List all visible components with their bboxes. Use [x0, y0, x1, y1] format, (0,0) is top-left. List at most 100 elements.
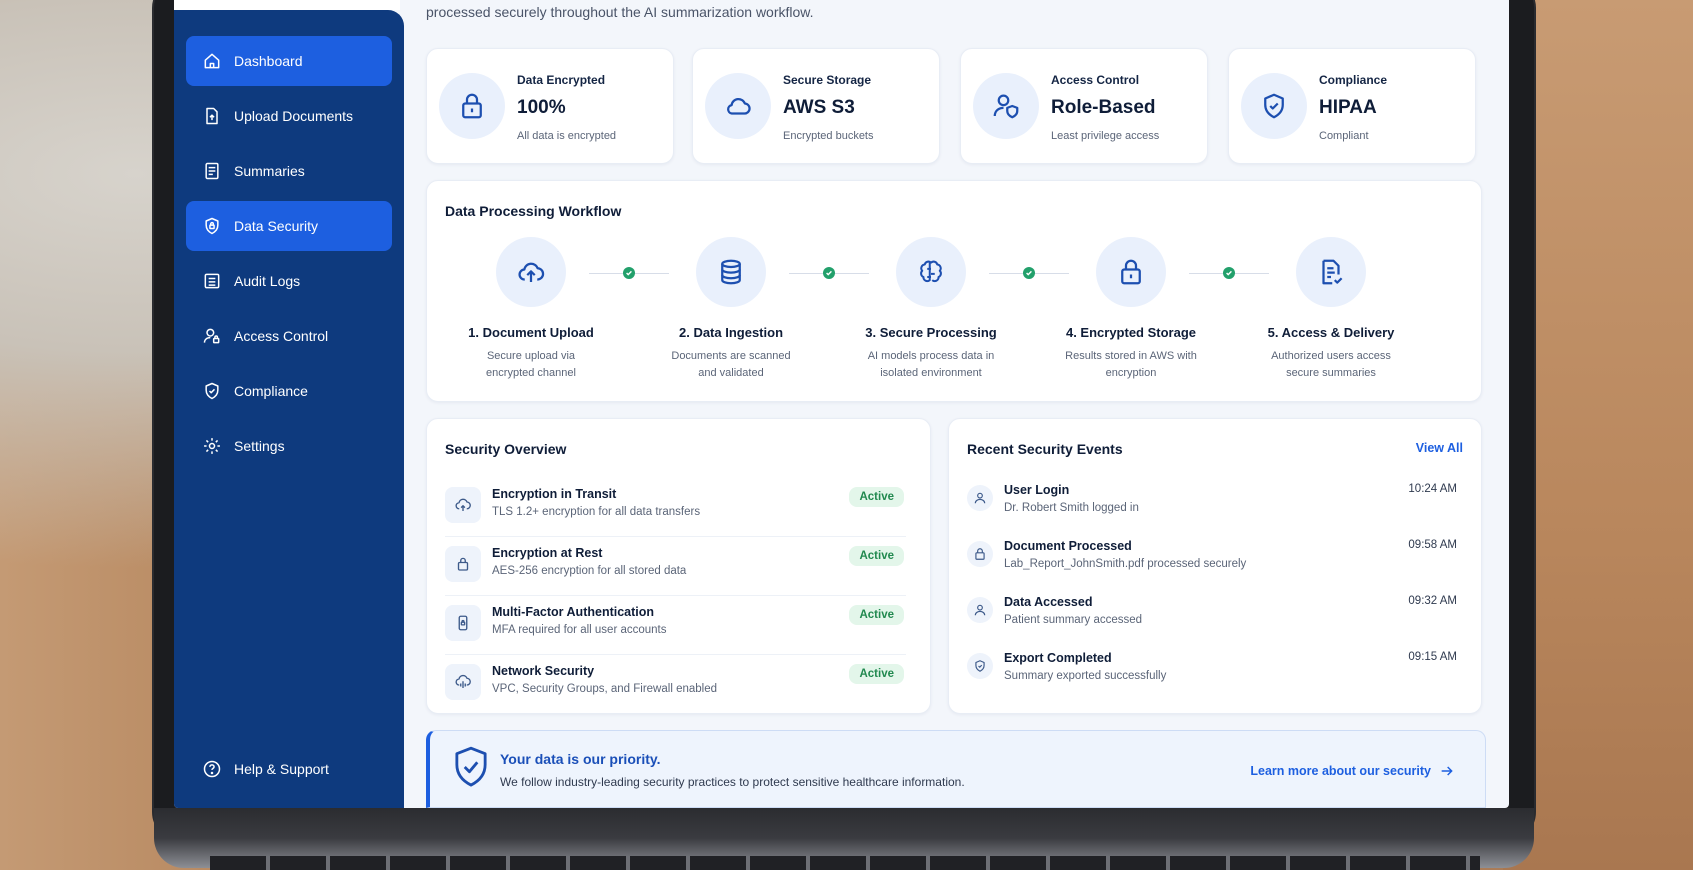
event-desc: Lab_Report_JohnSmith.pdf processed secur…: [1004, 558, 1247, 570]
row-icon-box: [445, 605, 481, 641]
sidebar-item-label: Help & Support: [234, 761, 329, 777]
event-title: User Login: [1004, 483, 1070, 497]
stat-card-compliance: Compliance HIPAA Compliant: [1228, 48, 1476, 164]
sidebar-item-label: Access Control: [234, 328, 329, 344]
user-lock-icon: [203, 328, 220, 344]
sidebar-item-label: Settings: [234, 438, 285, 454]
view-all-link[interactable]: View All: [1416, 441, 1463, 455]
event-title: Export Completed: [1004, 651, 1112, 665]
intro-text: processed securely throughout the AI sum…: [426, 4, 814, 20]
learn-more-link[interactable]: Learn more about our security: [1250, 763, 1455, 779]
step-icon-circle: [1296, 237, 1366, 307]
event-row[interactable]: User Login Dr. Robert Smith logged in 10…: [967, 475, 1457, 531]
event-time: 09:32 AM: [1408, 595, 1457, 607]
shield-check-icon: [205, 382, 219, 400]
sidebar-item-audit-logs[interactable]: Audit Logs: [186, 256, 392, 306]
event-row[interactable]: Export Completed Summary exported succes…: [967, 643, 1457, 699]
step-icon-circle: [496, 237, 566, 307]
stat-value: HIPAA: [1319, 97, 1377, 118]
help-icon: [203, 760, 221, 778]
stat-icon-circle: [439, 73, 505, 139]
network-cloud-icon: [455, 674, 471, 688]
status-badge: Active: [849, 605, 904, 625]
arrow-right-icon: [1441, 766, 1453, 776]
row-icon-box: [445, 546, 481, 582]
events-title: Recent Security Events: [967, 441, 1123, 457]
sidebar-item-settings[interactable]: Settings: [186, 421, 392, 471]
workflow-step-processing: 3. Secure Processing AI models process d…: [841, 237, 1021, 382]
stat-icon-circle: [705, 73, 771, 139]
app-screen: Dashboard Upload Documents Summaries Dat…: [174, 0, 1509, 808]
cloud-transfer-icon: [455, 498, 471, 511]
sidebar-item-dashboard[interactable]: Dashboard: [186, 36, 392, 86]
overview-title: Security Overview: [445, 441, 567, 457]
sidebar-item-help-support[interactable]: Help & Support: [186, 744, 392, 794]
document-check-icon: [1322, 259, 1343, 285]
step-desc: Documents are scanned and validated: [671, 350, 791, 379]
step-title: 3. Secure Processing: [865, 325, 997, 340]
lock-icon: [457, 557, 469, 571]
workflow-step-storage: 4. Encrypted Storage Results stored in A…: [1041, 237, 1221, 382]
sidebar-item-data-security[interactable]: Data Security: [186, 201, 392, 251]
row-desc: VPC, Security Groups, and Firewall enabl…: [492, 683, 717, 695]
step-desc: AI models process data in isolated envir…: [867, 350, 995, 379]
gear-icon: [204, 438, 220, 454]
sidebar-item-label: Audit Logs: [234, 273, 301, 289]
stat-value: Role-Based: [1051, 97, 1156, 118]
shield-check-icon: [1264, 93, 1284, 119]
step-icon-circle: [696, 237, 766, 307]
stat-icon-circle: [1241, 73, 1307, 139]
event-row[interactable]: Document Processed Lab_Report_JohnSmith.…: [967, 531, 1457, 587]
data-processing-workflow: Data Processing Workflow 1. Document Upl…: [426, 180, 1482, 402]
stat-card-secure-storage: Secure Storage AWS S3 Encrypted buckets: [692, 48, 940, 164]
stat-value: AWS S3: [783, 97, 855, 118]
sidebar-item-label: Dashboard: [234, 53, 303, 69]
event-icon-circle: [967, 485, 993, 511]
overview-row: Multi-Factor Authentication MFA required…: [445, 597, 906, 655]
workflow-title: Data Processing Workflow: [445, 203, 622, 219]
stat-card-data-encrypted: Data Encrypted 100% All data is encrypte…: [426, 48, 674, 164]
event-desc: Dr. Robert Smith logged in: [1004, 502, 1139, 514]
event-title: Data Accessed: [1004, 595, 1093, 609]
shield-check-icon: [455, 746, 487, 787]
banner-desc: We follow industry-leading security prac…: [500, 775, 965, 789]
sidebar-item-summaries[interactable]: Summaries: [186, 146, 392, 196]
sidebar-item-label: Compliance: [234, 383, 308, 399]
brain-icon: [920, 260, 942, 283]
stat-sub: Encrypted buckets: [783, 130, 874, 142]
check-icon: [623, 267, 635, 279]
sidebar-item-access-control[interactable]: Access Control: [186, 311, 392, 361]
status-badge: Active: [849, 664, 904, 684]
event-desc: Summary exported successfully: [1004, 670, 1167, 682]
stat-label: Secure Storage: [783, 73, 872, 87]
sidebar-item-label: Summaries: [234, 163, 305, 179]
sidebar-item-compliance[interactable]: Compliance: [186, 366, 392, 416]
check-icon: [823, 267, 835, 279]
status-badge: Active: [849, 546, 904, 566]
export-icon: [975, 660, 985, 672]
laptop-keyboard: [210, 856, 1480, 870]
sidebar-item-label: Upload Documents: [234, 108, 354, 124]
security-overview: Security Overview Encryption in Transit …: [426, 418, 931, 714]
cloud-icon: [727, 97, 751, 115]
row-title: Multi-Factor Authentication: [492, 605, 655, 619]
check-icon: [1223, 267, 1235, 279]
user-icon: [974, 604, 986, 616]
step-title: 4. Encrypted Storage: [1065, 325, 1197, 340]
step-desc: Authorized users access secure summaries: [1271, 350, 1391, 379]
event-time: 09:58 AM: [1408, 539, 1457, 551]
sidebar-item-upload-documents[interactable]: Upload Documents: [186, 91, 392, 141]
stat-label: Data Encrypted: [517, 73, 606, 87]
top-strip: [174, 0, 400, 10]
phone-lock-icon: [458, 615, 468, 631]
row-icon-box: [445, 664, 481, 700]
step-title: 1. Document Upload: [468, 325, 594, 340]
event-time: 10:24 AM: [1408, 483, 1457, 495]
event-row[interactable]: Data Accessed Patient summary accessed 0…: [967, 587, 1457, 643]
home-icon: [204, 53, 220, 69]
stat-card-access-control: Access Control Role-Based Least privileg…: [960, 48, 1208, 164]
step-icon-circle: [896, 237, 966, 307]
stat-sub: Compliant: [1319, 130, 1369, 142]
lock-icon: [975, 548, 985, 560]
learn-more-label: Learn more about our security: [1250, 764, 1431, 778]
